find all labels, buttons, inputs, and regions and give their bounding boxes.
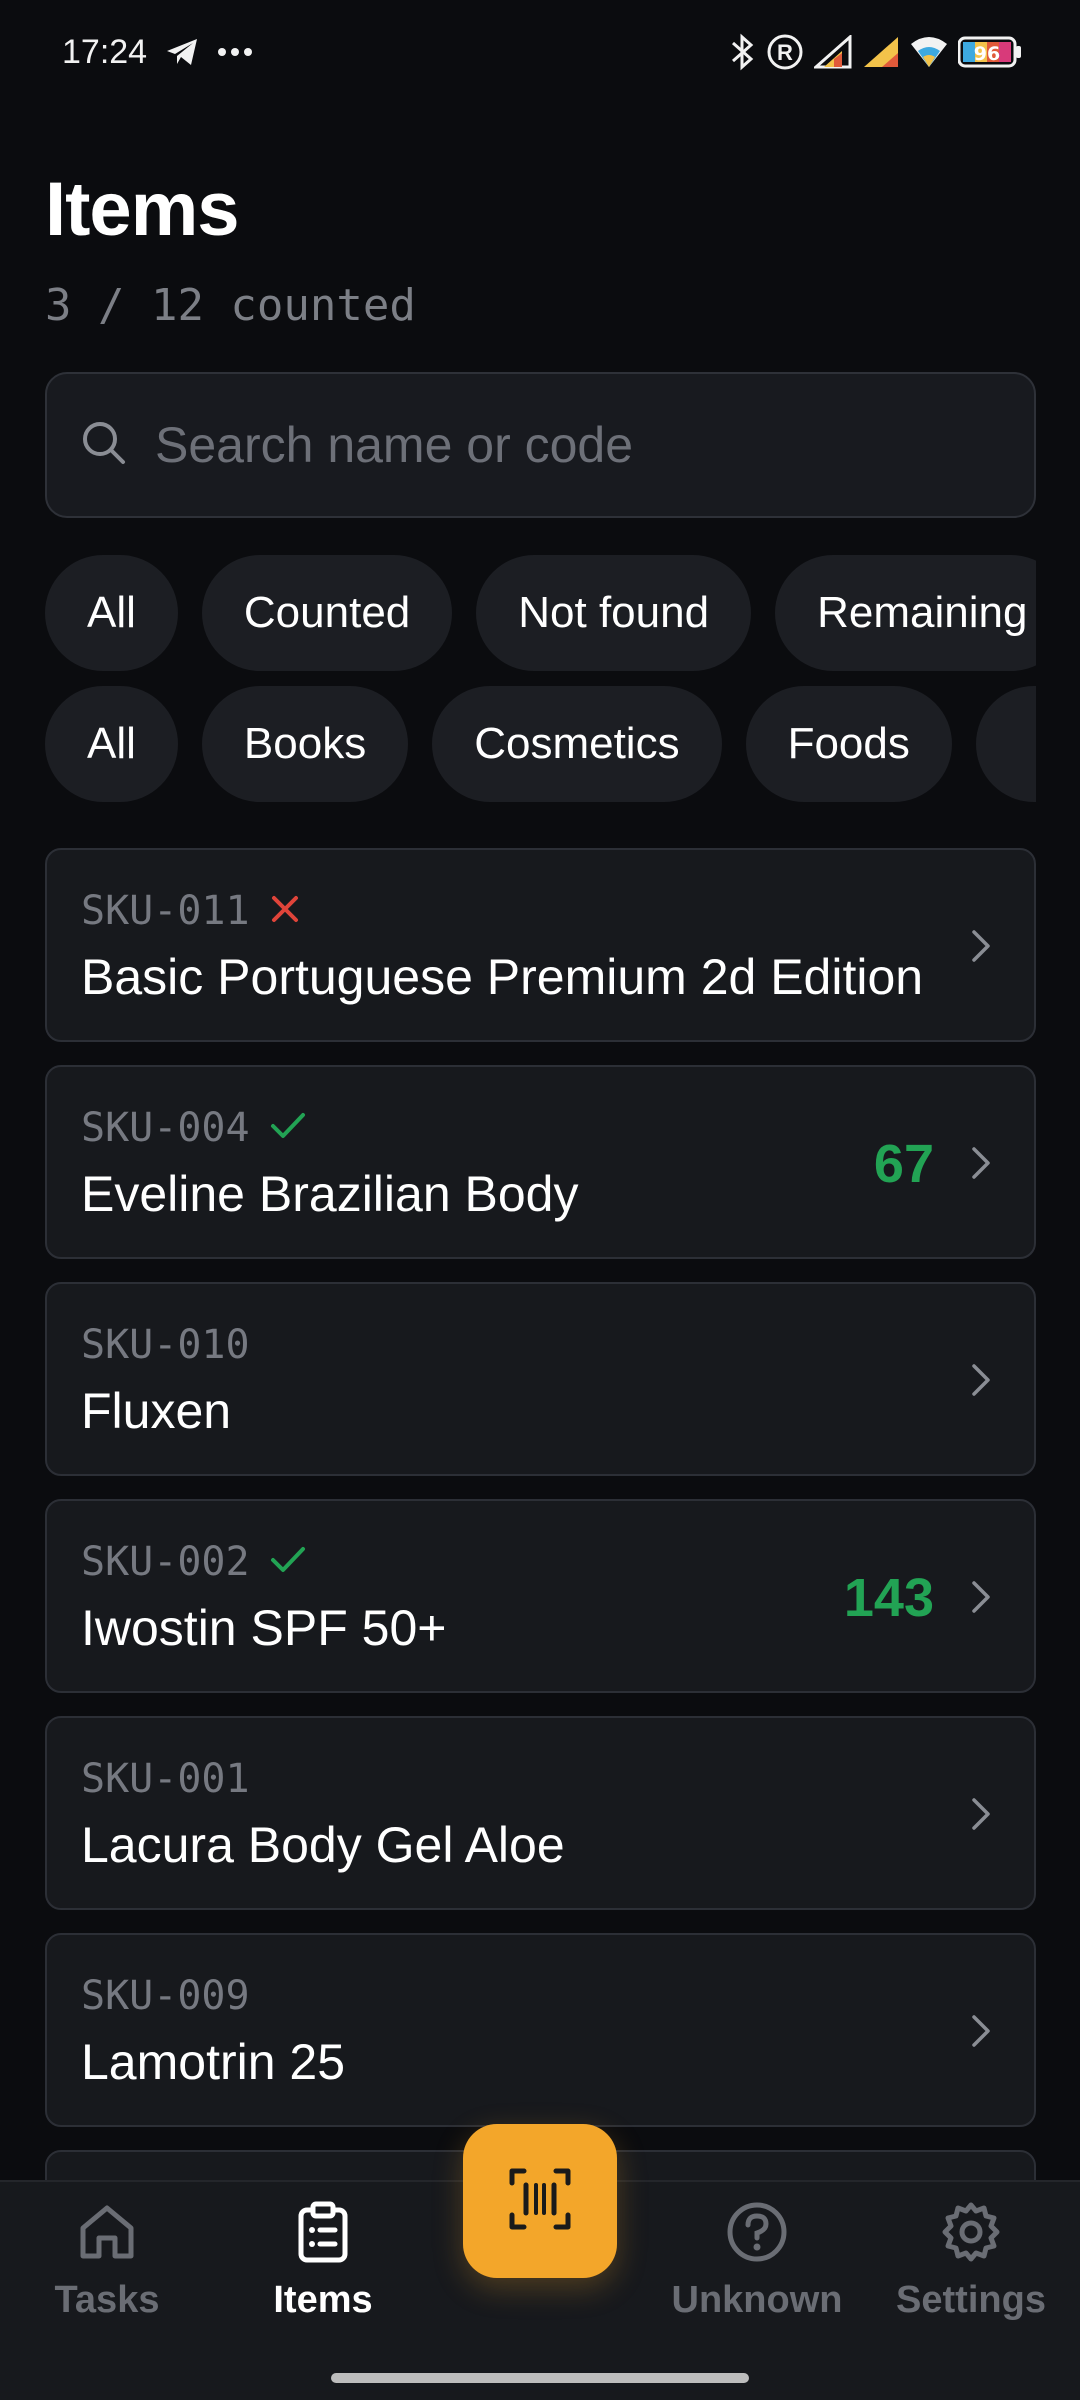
chevron-right-icon (970, 1362, 992, 1403)
item-sku: SKU-002 (81, 1539, 250, 1585)
status-time: 17:24 (62, 32, 148, 71)
chevron-right-icon (970, 2013, 992, 2054)
check-icon (270, 1539, 306, 1585)
clipboard-list-icon (291, 2200, 355, 2269)
search-box[interactable] (45, 372, 1036, 518)
nav-items-label: Items (273, 2279, 373, 2321)
filter-chip-remaining[interactable]: Remaining (775, 555, 1036, 671)
home-icon (75, 2200, 139, 2269)
chevron-right-icon (970, 1145, 992, 1186)
nav-tasks-label: Tasks (54, 2279, 160, 2321)
telegram-icon (165, 37, 199, 67)
gear-icon (939, 2200, 1003, 2269)
filter-chip-all[interactable]: All (45, 555, 178, 671)
chevron-right-icon (970, 1796, 992, 1837)
nav-unknown-label: Unknown (671, 2279, 843, 2321)
item-sku: SKU-004 (81, 1105, 250, 1151)
category-chip-more[interactable] (975, 686, 1036, 802)
chevron-right-icon (970, 1579, 992, 1620)
status-filter-row: All Counted Not found Remaining (45, 555, 1036, 671)
category-chip-cosmetics[interactable]: Cosmetics (432, 686, 722, 802)
home-indicator[interactable] (331, 2373, 749, 2383)
not-found-icon (270, 888, 300, 934)
filter-chip-not-found[interactable]: Not found (476, 555, 752, 671)
nav-items[interactable]: Items (223, 2200, 423, 2322)
check-icon (270, 1105, 306, 1151)
nav-settings[interactable]: Settings (871, 2200, 1071, 2322)
item-count: 143 (843, 1568, 934, 1628)
category-chip-books[interactable]: Books (201, 686, 409, 802)
item-name: Lacura Body Gel Aloe (81, 1817, 565, 1873)
count-summary: 3 / 12 counted (45, 280, 416, 331)
svg-text:R: R (777, 40, 793, 65)
page-title: Items (45, 167, 240, 252)
item-sku: SKU-010 (81, 1322, 250, 1368)
nav-unknown[interactable]: Unknown (657, 2200, 857, 2322)
wifi-icon (910, 35, 948, 69)
search-input[interactable] (155, 416, 1015, 474)
list-item[interactable]: SKU-001 Lacura Body Gel Aloe (45, 1716, 1036, 1910)
nav-tasks[interactable]: Tasks (7, 2200, 207, 2322)
filter-chip-counted[interactable]: Counted (201, 555, 453, 671)
category-chip-all[interactable]: All (45, 686, 178, 802)
item-sku: SKU-011 (81, 888, 250, 934)
list-item[interactable]: SKU-002 Iwostin SPF 50+ 143 (45, 1499, 1036, 1693)
status-bar: 17:24 R 96 (0, 0, 1080, 104)
list-item[interactable]: SKU-004 Eveline Brazilian Body 67 (45, 1065, 1036, 1259)
list-item[interactable]: SKU-009 Lamotrin 25 (45, 1933, 1036, 2127)
list-item[interactable]: SKU-011 Basic Portuguese Premium 2d Edit… (45, 848, 1036, 1042)
barcode-scan-icon (508, 2167, 572, 2236)
category-filter-row: All Books Cosmetics Foods (45, 686, 1036, 802)
search-icon (81, 420, 127, 471)
battery-level: 96 (974, 43, 1000, 65)
scan-button[interactable] (463, 2124, 617, 2278)
chevron-right-icon (970, 928, 992, 969)
item-name: Basic Portuguese Premium 2d Edition (81, 949, 924, 1005)
signal-icon (862, 35, 900, 69)
item-name: Eveline Brazilian Body (81, 1166, 579, 1222)
help-circle-icon (725, 2200, 789, 2269)
more-icon (217, 47, 253, 57)
signal-icon (814, 35, 852, 69)
registered-icon: R (766, 33, 804, 71)
item-sku: SKU-009 (81, 1973, 250, 2019)
category-chip-foods[interactable]: Foods (745, 686, 952, 802)
item-name: Iwostin SPF 50+ (81, 1600, 447, 1656)
nav-settings-label: Settings (896, 2279, 1046, 2321)
bluetooth-icon (730, 33, 756, 71)
battery-icon: 96 (958, 35, 1022, 69)
item-name: Fluxen (81, 1383, 232, 1439)
item-name: Lamotrin 25 (81, 2034, 346, 2090)
item-count: 67 (873, 1134, 934, 1194)
item-sku: SKU-001 (81, 1756, 250, 1802)
list-item[interactable]: SKU-010 Fluxen (45, 1282, 1036, 1476)
